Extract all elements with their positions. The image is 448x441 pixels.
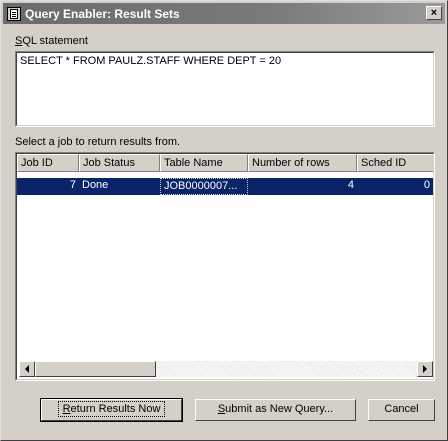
cell-job-id: 7 xyxy=(69,179,76,191)
table-header: Job ID Job Status Table Name Number of r… xyxy=(17,154,433,172)
column-header-job-status[interactable]: Job Status xyxy=(79,154,160,172)
submit-as-new-query-label: Submit as New Query... xyxy=(217,403,334,415)
sql-statement-field[interactable]: SELECT * FROM PAULZ.STAFF WHERE DEPT = 2… xyxy=(15,51,435,127)
cell-table-name: JOB0000007... xyxy=(160,178,248,195)
submit-as-new-query-button[interactable]: Submit as New Query... xyxy=(195,399,356,421)
cancel-button[interactable]: Cancel xyxy=(368,399,435,421)
job-table[interactable]: Job ID Job Status Table Name Number of r… xyxy=(15,152,435,381)
document-icon xyxy=(7,6,21,21)
column-header-table-name[interactable]: Table Name xyxy=(160,154,248,172)
sql-statement-text[interactable]: SELECT * FROM PAULZ.STAFF WHERE DEPT = 2… xyxy=(16,52,434,126)
job-list-label: Select a job to return results from. xyxy=(15,136,181,148)
scroll-thumb[interactable] xyxy=(35,361,156,377)
cell-number-of-rows: 4 xyxy=(347,179,354,191)
title-bar[interactable]: Query Enabler: Result Sets × xyxy=(3,3,445,24)
return-results-now-button[interactable]: Return Results Now xyxy=(40,398,183,422)
cell-sched-id: 0 xyxy=(423,179,430,191)
return-results-now-label: Return Results Now xyxy=(57,401,166,417)
column-header-number-of-rows[interactable]: Number of rows xyxy=(248,154,357,172)
column-header-sched-id[interactable]: Sched ID xyxy=(357,154,433,172)
window-title: Query Enabler: Result Sets xyxy=(25,6,180,21)
close-button[interactable]: × xyxy=(426,6,442,20)
scroll-left-button[interactable] xyxy=(19,361,35,377)
sql-statement-label: SQL statement xyxy=(15,35,88,47)
horizontal-scrollbar[interactable] xyxy=(19,361,433,377)
arrow-left-icon xyxy=(25,365,29,373)
cell-job-status: Done xyxy=(82,179,109,191)
column-header-job-id[interactable]: Job ID xyxy=(17,154,79,172)
close-icon: × xyxy=(430,6,438,19)
job-table-viewport: Job ID Job Status Table Name Number of r… xyxy=(16,153,434,380)
dialog-window: Query Enabler: Result Sets × SQL stateme… xyxy=(0,0,448,441)
arrow-right-icon xyxy=(423,365,427,373)
table-row[interactable]: 7 Done JOB0000007... 4 0 xyxy=(17,178,433,195)
scroll-right-button[interactable] xyxy=(417,361,433,377)
scroll-track[interactable] xyxy=(35,361,417,377)
